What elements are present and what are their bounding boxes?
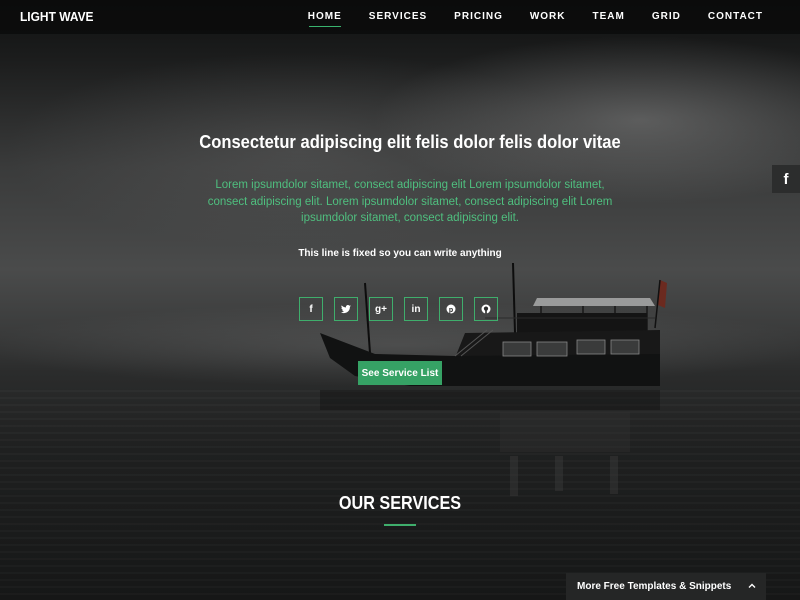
more-templates-tab[interactable]: More Free Templates & Snippets (566, 573, 766, 600)
boat-reflection (320, 390, 660, 496)
nav-item-contact[interactable]: CONTACT (694, 0, 776, 34)
svg-text:p: p (449, 307, 453, 314)
hero-headline: Consectetur adipiscing elit felis dolor … (199, 132, 621, 152)
services-title: OUR SERVICES (338, 493, 462, 513)
nav-item-pricing[interactable]: PRICING (440, 0, 516, 34)
brand-logo[interactable]: LIGHT WAVE (20, 9, 94, 24)
nav-item-home[interactable]: HOME (294, 0, 355, 34)
nav-item-grid[interactable]: GRID (638, 0, 694, 34)
hero-lead-text: Lorem ipsumdolor sitamet, consect adipis… (207, 179, 613, 224)
see-service-list-button[interactable]: See Service List (358, 361, 442, 385)
facebook-icon[interactable]: f (299, 297, 323, 321)
social-links: f g+ in p (299, 297, 509, 321)
nav-item-team[interactable]: TEAM (579, 0, 638, 34)
main-nav: HOME SERVICES PRICING WORK TEAM GRID CON… (294, 0, 776, 34)
navbar: LIGHT WAVE HOME SERVICES PRICING WORK TE… (0, 0, 800, 34)
services-divider (384, 524, 416, 526)
more-templates-label: More Free Templates & Snippets (577, 581, 732, 592)
linkedin-icon[interactable]: in (404, 297, 428, 321)
chevron-up-icon (748, 583, 756, 588)
google-plus-icon[interactable]: g+ (369, 297, 393, 321)
nav-item-services[interactable]: SERVICES (355, 0, 440, 34)
github-icon[interactable] (474, 297, 498, 321)
facebook-side-tab[interactable]: f (772, 165, 800, 193)
pinterest-icon[interactable]: p (439, 297, 463, 321)
twitter-icon[interactable] (334, 297, 358, 321)
hero-fixed-line: This line is fixed so you can write anyt… (298, 248, 502, 259)
nav-item-work[interactable]: WORK (516, 0, 579, 34)
facebook-icon: f (783, 170, 789, 188)
